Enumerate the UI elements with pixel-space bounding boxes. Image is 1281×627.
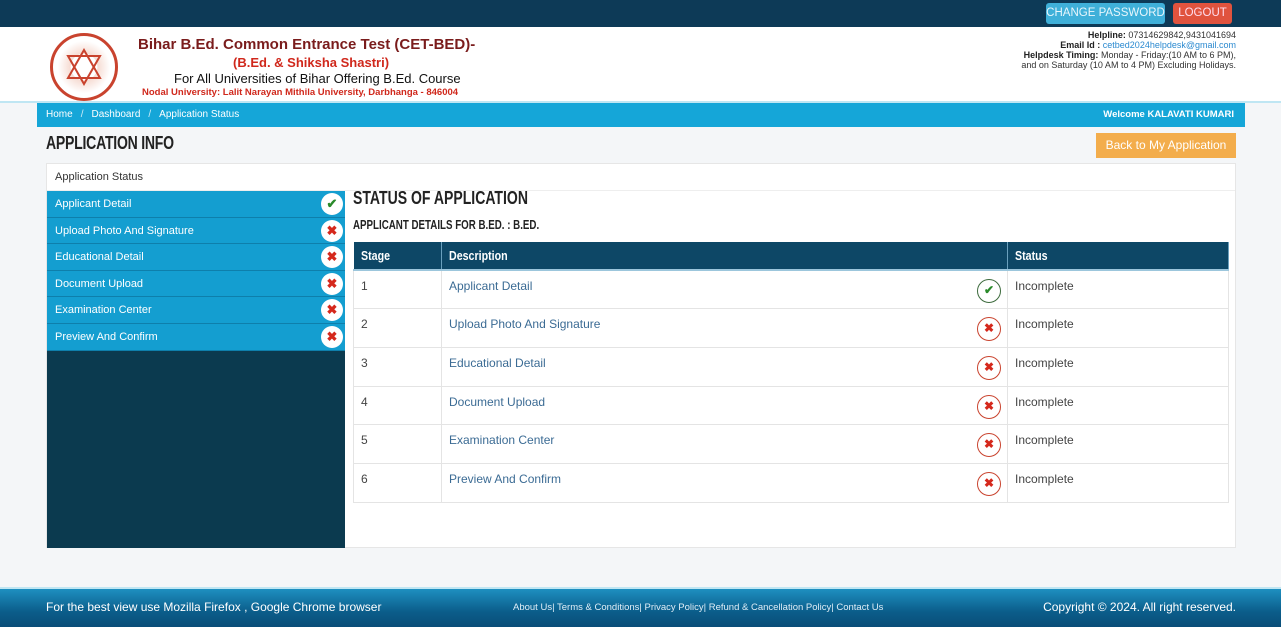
stage-cell: 3 <box>353 346 442 387</box>
site-title: Bihar B.Ed. Common Entrance Test (CET-BE… <box>138 36 476 53</box>
status-subtitle: APPLICANT DETAILS FOR B.ED. : B.ED. <box>353 218 540 232</box>
stage-cell: 4 <box>353 385 442 426</box>
status-table: Stage Description Status 1 Applicant Deta… <box>353 242 1229 503</box>
check-icon: ✔ <box>977 279 1001 303</box>
table-row: 4 Document Upload ✖ Incomplete <box>353 385 1229 426</box>
column-status: Status <box>1007 242 1229 271</box>
description-cell: Upload Photo And Signature ✖ <box>441 308 1008 348</box>
description-cell: Applicant Detail ✔ <box>441 269 1008 310</box>
email-label: Email Id : <box>1060 40 1101 50</box>
footer-links: About Us| Terms & Conditions| Privacy Po… <box>513 602 883 613</box>
cross-icon: ✖ <box>977 471 1001 496</box>
description-cell: Examination Center ✖ <box>441 424 1008 464</box>
footer-link[interactable]: About Us <box>513 602 552 613</box>
footer-link[interactable]: Contact Us <box>836 602 883 613</box>
cross-icon: ✖ <box>321 325 343 348</box>
cross-icon: ✖ <box>977 317 1001 342</box>
panel-title: Application Status <box>47 164 1235 191</box>
table-row: 1 Applicant Detail ✔ Incomplete <box>353 269 1229 310</box>
sidebar-item[interactable]: Educational Detail ✖ <box>47 244 345 271</box>
sidebar: Applicant Detail ✔ Upload Photo And Signat… <box>47 191 345 548</box>
description-link[interactable]: Educational Detail <box>449 356 546 370</box>
application-panel: Application Status Applicant Detail ✔ Uplo… <box>46 163 1236 548</box>
check-icon: ✔ <box>321 193 343 215</box>
helpline-label: Helpline: <box>1087 30 1126 40</box>
timing: Monday - Friday:(10 AM to 6 PM), <box>1100 50 1236 60</box>
description-link[interactable]: Document Upload <box>449 395 545 409</box>
cross-icon: ✖ <box>977 433 1001 458</box>
column-description: Description <box>441 242 1008 271</box>
back-to-application-button[interactable]: Back to My Application <box>1096 133 1236 158</box>
breadcrumb-dashboard[interactable]: Dashboard <box>91 109 140 120</box>
sidebar-item[interactable]: Applicant Detail ✔ <box>47 191 345 218</box>
sidebar-item-label: Examination Center <box>55 304 152 317</box>
browser-note: For the best view use Mozilla Firefox , … <box>46 600 382 614</box>
cross-icon: ✖ <box>321 299 343 322</box>
status-title: STATUS OF APPLICATION <box>353 188 528 208</box>
status-cell: Incomplete <box>1007 385 1229 426</box>
description-link[interactable]: Preview And Confirm <box>449 472 561 486</box>
sidebar-item[interactable]: Examination Center ✖ <box>47 297 345 324</box>
column-stage: Stage <box>353 242 442 271</box>
sidebar-item-label: Document Upload <box>55 277 144 290</box>
timing-2: and on Saturday (10 AM to 4 PM) Excludin… <box>1021 60 1236 70</box>
stage-cell: 2 <box>353 308 442 348</box>
sidebar-item[interactable]: Upload Photo And Signature ✖ <box>47 217 345 245</box>
status-cell: Incomplete <box>1007 308 1229 348</box>
table-row: 2 Upload Photo And Signature ✖ Incomplete <box>353 308 1229 348</box>
sidebar-item[interactable]: Preview And Confirm ✖ <box>47 323 345 351</box>
breadcrumb: Home / Dashboard / Application Status Welcom… <box>37 103 1245 127</box>
logout-button[interactable]: LOGOUT <box>1173 3 1232 24</box>
helpdesk-info: Helpline: 07314629842,9431041694 Email I… <box>1021 30 1236 70</box>
timing-label: Helpdesk Timing: <box>1023 50 1099 60</box>
cross-icon: ✖ <box>977 355 1001 380</box>
cross-icon: ✖ <box>321 272 343 295</box>
sidebar-item-label: Upload Photo And Signature <box>55 224 194 237</box>
table-row: 5 Examination Center ✖ Incomplete <box>353 424 1229 464</box>
stage-cell: 1 <box>353 269 442 310</box>
university-logo <box>50 33 118 101</box>
description-link[interactable]: Upload Photo And Signature <box>449 317 600 331</box>
footer-link[interactable]: Terms & Conditions <box>557 602 639 613</box>
main-content: STATUS OF APPLICATION APPLICANT DETAILS … <box>353 188 1229 503</box>
footer-link[interactable]: Refund & Cancellation Policy <box>709 602 832 613</box>
site-subtitle: (B.Ed. & Shiksha Shastri) <box>233 55 390 70</box>
status-cell: Incomplete <box>1007 424 1229 464</box>
breadcrumb-home[interactable]: Home <box>46 109 73 120</box>
footer: For the best view use Mozilla Firefox , … <box>0 587 1281 627</box>
status-cell: Incomplete <box>1007 462 1229 503</box>
description-cell: Preview And Confirm ✖ <box>441 462 1008 503</box>
email-link[interactable]: cetbed2024helpdesk@gmail.com <box>1103 40 1236 50</box>
description-link[interactable]: Applicant Detail <box>449 279 532 293</box>
cross-icon: ✖ <box>321 246 343 269</box>
top-bar: CHANGE PASSWORD LOGOUT <box>0 0 1281 27</box>
status-cell: Incomplete <box>1007 346 1229 387</box>
footer-link[interactable]: Privacy Policy <box>645 602 704 613</box>
stage-cell: 6 <box>353 462 442 503</box>
cross-icon: ✖ <box>977 394 1001 419</box>
description-cell: Document Upload ✖ <box>441 385 1008 426</box>
cross-icon: ✖ <box>321 219 343 242</box>
description-link[interactable]: Examination Center <box>449 433 554 447</box>
sidebar-item[interactable]: Document Upload ✖ <box>47 270 345 298</box>
status-cell: Incomplete <box>1007 269 1229 310</box>
welcome-text: Welcome KALAVATI KUMARI <box>1103 109 1234 120</box>
nodal-university: Nodal University: Lalit Narayan Mithila … <box>142 87 459 98</box>
breadcrumb-current: Application Status <box>159 109 240 120</box>
stage-cell: 5 <box>353 424 442 464</box>
helpline: 07314629842,9431041694 <box>1128 30 1236 40</box>
sidebar-item-label: Educational Detail <box>55 251 144 264</box>
description-cell: Educational Detail ✖ <box>441 346 1008 387</box>
sidebar-item-label: Applicant Detail <box>55 198 132 210</box>
page-title: APPLICATION INFO <box>46 133 174 153</box>
copyright: Copyright © 2024. All right reserved. <box>1043 600 1236 614</box>
table-row: 6 Preview And Confirm ✖ Incomplete <box>353 462 1229 503</box>
table-row: 3 Educational Detail ✖ Incomplete <box>353 346 1229 387</box>
site-tagline: For All Universities of Bihar Offering B… <box>174 71 461 86</box>
change-password-button[interactable]: CHANGE PASSWORD <box>1046 3 1165 24</box>
sidebar-item-label: Preview And Confirm <box>55 330 158 343</box>
